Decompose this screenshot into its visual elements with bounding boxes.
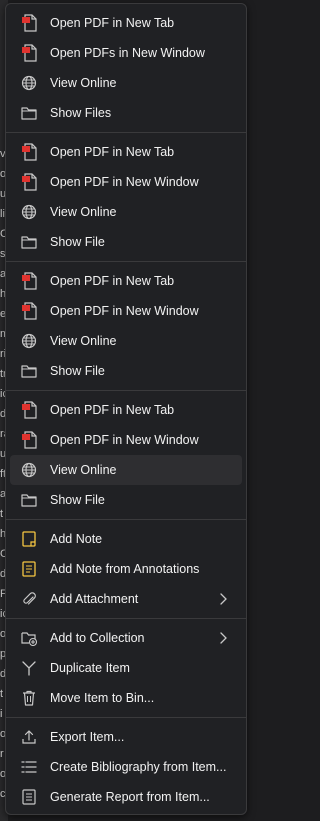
menu-item-open-pdf-in-new-tab[interactable]: Open PDF in New Tab xyxy=(10,8,242,38)
menu-item-label: Create Bibliography from Item... xyxy=(50,760,227,774)
menu-item-label: Show File xyxy=(50,493,105,507)
menu-item-label: Open PDF in New Tab xyxy=(50,403,175,417)
menu-item-open-pdf-in-new-window[interactable]: Open PDF in New Window xyxy=(10,296,242,326)
pdf-icon xyxy=(20,44,38,62)
menu-item-label: View Online xyxy=(50,76,117,90)
menu-item-label: Export Item... xyxy=(50,730,125,744)
menu-item-generate-report-from-item[interactable]: Generate Report from Item... xyxy=(10,782,242,812)
menu-item-label: Open PDFs in New Window xyxy=(50,46,205,60)
pdf-icon xyxy=(20,272,38,290)
menu-item-label: Show File xyxy=(50,235,105,249)
pdf-icon xyxy=(20,173,38,191)
menu-item-view-online[interactable]: View Online xyxy=(10,68,242,98)
trash-icon xyxy=(20,689,38,707)
menu-item-open-pdf-in-new-tab[interactable]: Open PDF in New Tab xyxy=(10,137,242,167)
globe-icon xyxy=(20,203,38,221)
menu-item-label: Add to Collection xyxy=(50,631,145,645)
menu-item-show-file[interactable]: Show File xyxy=(10,485,242,515)
menu-item-create-bibliography-from-item[interactable]: Create Bibliography from Item... xyxy=(10,752,242,782)
menu-item-label: Open PDF in New Tab xyxy=(50,274,175,288)
menu-item-show-file[interactable]: Show File xyxy=(10,227,242,257)
menu-item-label: Add Attachment xyxy=(50,592,139,606)
menu-separator xyxy=(6,717,246,718)
menu-item-show-files[interactable]: Show Files xyxy=(10,98,242,128)
menu-item-open-pdf-in-new-tab[interactable]: Open PDF in New Tab xyxy=(10,395,242,425)
chevron-right-icon xyxy=(216,631,230,645)
item-context-menu: Open PDF in New Tab Open PDFs in New Wind… xyxy=(5,3,247,815)
menu-item-view-online[interactable]: View Online xyxy=(10,455,242,485)
folder-icon xyxy=(20,491,38,509)
menu-item-label: View Online xyxy=(50,334,117,348)
note-annotations-icon xyxy=(20,560,38,578)
folder-icon xyxy=(20,104,38,122)
menu-item-export-item[interactable]: Export Item... xyxy=(10,722,242,752)
menu-item-label: Open PDF in New Window xyxy=(50,433,199,447)
pdf-icon xyxy=(20,401,38,419)
menu-item-open-pdf-in-new-window[interactable]: Open PDF in New Window xyxy=(10,167,242,197)
menu-item-add-attachment[interactable]: Add Attachment xyxy=(10,584,242,614)
globe-icon xyxy=(20,74,38,92)
menu-item-label: Show Files xyxy=(50,106,112,120)
menu-item-label: View Online xyxy=(50,205,117,219)
menu-item-label: Generate Report from Item... xyxy=(50,790,210,804)
menu-item-move-item-to-bin[interactable]: Move Item to Bin... xyxy=(10,683,242,713)
menu-item-label: View Online xyxy=(50,463,117,477)
globe-icon xyxy=(20,332,38,350)
menu-item-duplicate-item[interactable]: Duplicate Item xyxy=(10,653,242,683)
report-icon xyxy=(20,788,38,806)
chevron-right-icon xyxy=(216,592,230,606)
note-icon xyxy=(20,530,38,548)
menu-item-label: Open PDF in New Window xyxy=(50,175,199,189)
menu-item-add-to-collection[interactable]: Add to Collection xyxy=(10,623,242,653)
menu-item-view-online[interactable]: View Online xyxy=(10,197,242,227)
menu-separator xyxy=(6,261,246,262)
export-icon xyxy=(20,728,38,746)
menu-item-label: Add Note from Annotations xyxy=(50,562,200,576)
folder-icon xyxy=(20,233,38,251)
menu-item-label: Duplicate Item xyxy=(50,661,130,675)
duplicate-icon xyxy=(20,659,38,677)
menu-separator xyxy=(6,390,246,391)
menu-item-view-online[interactable]: View Online xyxy=(10,326,242,356)
menu-item-label: Move Item to Bin... xyxy=(50,691,155,705)
menu-item-open-pdf-in-new-window[interactable]: Open PDF in New Window xyxy=(10,425,242,455)
paperclip-icon xyxy=(20,590,38,608)
menu-item-label: Open PDF in New Window xyxy=(50,304,199,318)
pdf-icon xyxy=(20,431,38,449)
menu-item-add-note[interactable]: Add Note xyxy=(10,524,242,554)
globe-icon xyxy=(20,461,38,479)
bibliography-icon xyxy=(20,758,38,776)
menu-item-label: Show File xyxy=(50,364,105,378)
menu-item-label: Add Note xyxy=(50,532,103,546)
pdf-icon xyxy=(20,302,38,320)
menu-item-label: Open PDF in New Tab xyxy=(50,16,175,30)
menu-item-label: Open PDF in New Tab xyxy=(50,145,175,159)
menu-separator xyxy=(6,132,246,133)
menu-separator xyxy=(6,618,246,619)
menu-item-show-file[interactable]: Show File xyxy=(10,356,242,386)
pdf-icon xyxy=(20,143,38,161)
add-to-collection-icon xyxy=(20,629,38,647)
menu-item-open-pdfs-in-new-window[interactable]: Open PDFs in New Window xyxy=(10,38,242,68)
folder-icon xyxy=(20,362,38,380)
pdf-icon xyxy=(20,14,38,32)
menu-separator xyxy=(6,519,246,520)
menu-item-add-note-from-annotations[interactable]: Add Note from Annotations xyxy=(10,554,242,584)
menu-item-open-pdf-in-new-tab[interactable]: Open PDF in New Tab xyxy=(10,266,242,296)
